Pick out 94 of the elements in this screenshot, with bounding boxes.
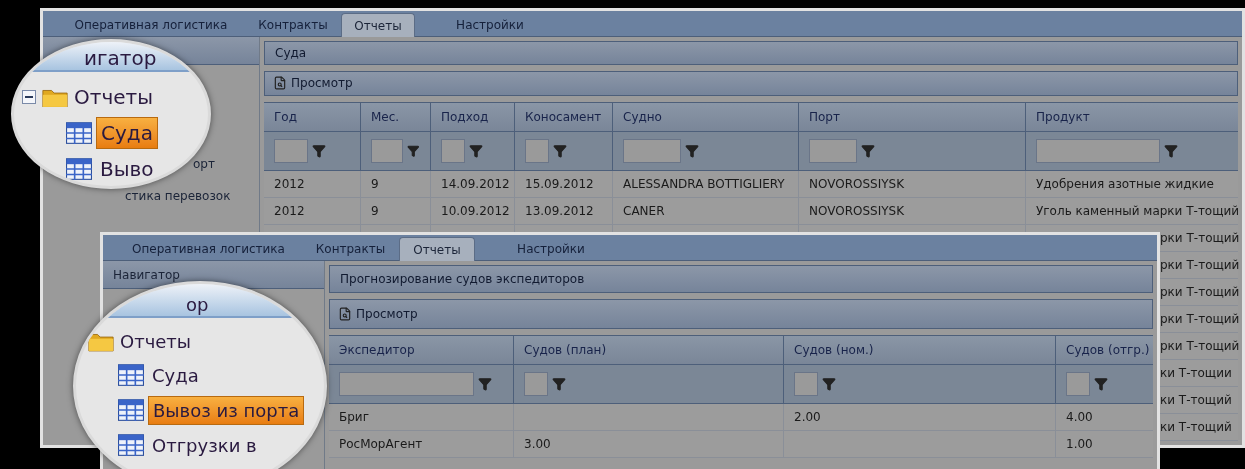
table-cell-text: CANER	[623, 203, 665, 220]
table-cell-text: 9	[371, 203, 379, 220]
tab[interactable]: Контракты	[308, 237, 393, 261]
table-icon	[66, 121, 92, 145]
tree-item[interactable]: орт	[193, 157, 215, 171]
preview-button[interactable]: Просмотр	[273, 74, 353, 93]
table-cell-text: ки Т-тощии	[1160, 365, 1232, 382]
table-cell-text: РосМорАгент	[339, 436, 423, 453]
filter-field[interactable]	[339, 372, 474, 396]
table-cell-text: рки Т-тощий	[1160, 230, 1240, 247]
filter-field[interactable]	[524, 372, 548, 396]
collapse-icon[interactable]	[22, 90, 36, 104]
table-cell-text: 10.09.2012	[441, 203, 510, 220]
table-cell-text: рки Т-тощий	[1160, 257, 1240, 274]
filter-field[interactable]	[525, 139, 549, 163]
filter-icon[interactable]	[685, 144, 699, 158]
table-cell-text: 2.00	[794, 409, 821, 426]
table-cell-text: 1.00	[1066, 436, 1093, 453]
search-document-icon	[338, 307, 352, 321]
filter-field[interactable]	[794, 372, 818, 396]
filter-icon[interactable]	[861, 144, 875, 158]
tab[interactable]: Отчеты	[341, 13, 415, 37]
tab[interactable]: Контракты	[248, 13, 338, 37]
filter-icon[interactable]	[1164, 144, 1178, 158]
panel-title: Суда	[275, 44, 307, 62]
filter-icon[interactable]	[312, 144, 326, 158]
table-cell-text: ки Т-тощий	[1160, 392, 1232, 409]
table-cell-text: 9	[371, 176, 379, 193]
column-header[interactable]: Подход	[431, 103, 515, 131]
table-icon	[118, 434, 144, 457]
table-cell-text: 14.09.2012	[441, 176, 510, 193]
table-cell-text: рки Т-тощий	[1160, 311, 1240, 328]
table-icon	[118, 364, 144, 387]
table-cell-text: рки Т-тощий	[1160, 338, 1240, 355]
filter-icon[interactable]	[822, 377, 836, 391]
tree-item[interactable]: Выво	[96, 154, 158, 184]
filter-icon[interactable]	[1094, 377, 1108, 391]
column-header[interactable]: Судов (отгр.)	[1056, 336, 1157, 364]
table-cell-text: 13.09.2012	[525, 203, 594, 220]
filter-field[interactable]	[1036, 139, 1160, 163]
table-cell-text: Уголь каменный марки Т-тощий	[1036, 203, 1240, 220]
tree-item[interactable]: Суда	[96, 117, 158, 149]
table-cell-text: NOVOROSSIYSK	[809, 203, 905, 220]
column-header[interactable]: Порт	[799, 103, 1026, 131]
filter-icon[interactable]	[469, 144, 483, 158]
table-cell-text: Бриг	[339, 409, 369, 426]
panel-title: Прогнозирование судов экспедиторов	[340, 271, 585, 288]
column-header[interactable]: Мес.	[361, 103, 431, 131]
filter-field[interactable]	[274, 139, 308, 163]
table-cell-text: NOVOROSSIYSK	[809, 176, 905, 193]
tab[interactable]: Оперативная логистика	[121, 237, 296, 261]
tree-folder-label[interactable]: Отчеты	[74, 82, 153, 112]
tab[interactable]: Отчеты	[399, 237, 475, 261]
tree-item[interactable]: Отгрузки в	[148, 432, 261, 459]
tree-folder-label[interactable]: Отчеты	[120, 328, 192, 355]
filter-icon[interactable]	[553, 144, 567, 158]
table-cell-text: рки Т-тощий	[1160, 284, 1240, 301]
table-cell-text: 2012	[274, 203, 305, 220]
table-cell-text: 4.00	[1066, 409, 1093, 426]
filter-icon[interactable]	[407, 144, 420, 158]
column-header[interactable]: Продукт	[1026, 103, 1242, 131]
tree-item[interactable]: стика перевозок	[125, 189, 231, 203]
navigator-heading: игатор	[84, 48, 157, 68]
filter-field[interactable]	[809, 139, 857, 163]
table-cell-text: 15.09.2012	[525, 176, 594, 193]
table-cell-text: 2012	[274, 176, 305, 193]
table-icon	[118, 399, 144, 422]
column-header[interactable]: Судов (ном.)	[784, 336, 1056, 364]
tree-item[interactable]: Вывоз из порта	[148, 396, 305, 425]
filter-field[interactable]	[371, 139, 404, 163]
preview-button[interactable]: Просмотр	[338, 305, 418, 323]
table-icon	[66, 157, 92, 181]
table-cell-text: ки Т-тощий	[1160, 419, 1232, 436]
search-document-icon	[273, 76, 287, 91]
column-header[interactable]: Судно	[613, 103, 799, 131]
column-header[interactable]: Судов (план)	[514, 336, 784, 364]
navigator-heading: ор	[186, 296, 209, 314]
table-cell-text: Удобрения азотные жидкие	[1036, 176, 1214, 193]
filter-field[interactable]	[441, 139, 465, 163]
tab[interactable]: Оперативная логистика	[61, 13, 241, 37]
table-cell-text: 3.00	[524, 436, 551, 453]
tab[interactable]: Настройки	[501, 237, 601, 261]
column-header[interactable]: Год	[264, 103, 361, 131]
table-cell-text: ALESSANDRA BOTTIGLIERY	[623, 176, 785, 193]
column-header[interactable]: Коносамент	[515, 103, 613, 131]
navigator-heading: Навигатор	[113, 266, 180, 284]
filter-icon[interactable]	[478, 377, 492, 391]
tab[interactable]: Настройки	[440, 13, 540, 37]
filter-field[interactable]	[623, 139, 681, 163]
filter-icon[interactable]	[552, 377, 566, 391]
folder-icon	[88, 331, 114, 352]
column-header[interactable]: Экспедитор	[329, 336, 514, 364]
tree-item[interactable]: Суда	[148, 362, 203, 389]
filter-field[interactable]	[1066, 372, 1090, 396]
